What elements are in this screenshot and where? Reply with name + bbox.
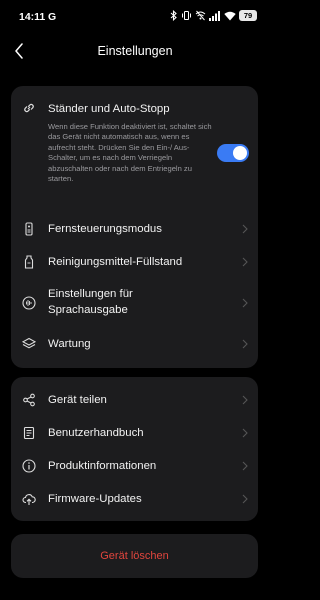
bluetooth-icon bbox=[170, 10, 177, 21]
wifi-off-icon bbox=[195, 10, 206, 21]
settings-item-detergent-level[interactable]: Reinigungsmittel-Füllstand bbox=[11, 249, 258, 275]
settings-card-device: Ständer und Auto-Stopp Wenn diese Funkti… bbox=[11, 86, 258, 368]
chevron-right-icon bbox=[242, 298, 248, 308]
settings-item-label: Firmware-Updates bbox=[48, 493, 142, 505]
signal-icon bbox=[209, 10, 220, 21]
header: Einstellungen bbox=[0, 36, 270, 66]
page-title: Einstellungen bbox=[97, 44, 173, 58]
manual-icon bbox=[21, 425, 37, 441]
delete-device-button[interactable]: Gerät löschen bbox=[11, 534, 258, 578]
status-time: 14:11 bbox=[19, 11, 46, 23]
settings-item-voice-output[interactable]: Einstellungen für Sprachausgabe bbox=[11, 282, 258, 324]
settings-item-share-device[interactable]: Gerät teilen bbox=[11, 387, 258, 413]
status-bar: 14:11 G 79 bbox=[0, 0, 270, 34]
settings-item-label-line1: Einstellungen für bbox=[48, 288, 133, 300]
wifi-icon bbox=[224, 11, 236, 20]
chevron-right-icon bbox=[242, 494, 248, 504]
stand-auto-stop-title: Ständer und Auto-Stopp bbox=[48, 103, 170, 115]
settings-item-label: Wartung bbox=[48, 338, 91, 350]
layers-icon bbox=[21, 336, 37, 352]
settings-item-remote-mode[interactable]: Fernsteuerungsmodus bbox=[11, 216, 258, 242]
delete-device-label: Gerät löschen bbox=[100, 550, 169, 562]
battery-indicator: 79 bbox=[239, 10, 257, 21]
settings-item-label: Fernsteuerungsmodus bbox=[48, 223, 162, 235]
settings-item-user-manual[interactable]: Benutzerhandbuch bbox=[11, 420, 258, 446]
chevron-right-icon bbox=[242, 461, 248, 471]
stand-auto-stop-row: Ständer und Auto-Stopp Wenn diese Funkti… bbox=[11, 86, 258, 210]
chevron-right-icon bbox=[242, 428, 248, 438]
settings-item-label-line2: Sprachausgabe bbox=[48, 304, 128, 316]
upload-cloud-icon bbox=[21, 491, 37, 507]
link-icon bbox=[21, 100, 37, 116]
voice-wave-icon bbox=[21, 295, 37, 311]
settings-card-info: Gerät teilen Benutzerhandbuch Produktinf… bbox=[11, 377, 258, 521]
vibrate-icon bbox=[182, 11, 191, 20]
settings-item-label: Reinigungsmittel-Füllstand bbox=[48, 256, 183, 268]
bottle-icon bbox=[21, 254, 37, 270]
settings-item-label: Gerät teilen bbox=[48, 394, 107, 406]
chevron-right-icon bbox=[242, 224, 248, 234]
toggle-knob bbox=[233, 146, 247, 160]
settings-item-maintenance[interactable]: Wartung bbox=[11, 331, 258, 357]
settings-item-label: Benutzerhandbuch bbox=[48, 427, 144, 439]
chevron-right-icon bbox=[242, 395, 248, 405]
chevron-right-icon bbox=[242, 339, 248, 349]
settings-item-firmware-updates[interactable]: Firmware-Updates bbox=[11, 486, 258, 512]
status-icons: 79 bbox=[169, 10, 257, 21]
remote-control-icon bbox=[21, 221, 37, 237]
share-icon bbox=[21, 392, 37, 408]
info-icon bbox=[21, 458, 37, 474]
stand-auto-stop-description: Wenn diese Funktion deaktiviert ist, sch… bbox=[48, 122, 212, 184]
stand-auto-stop-toggle[interactable] bbox=[217, 144, 249, 162]
settings-item-product-info[interactable]: Produktinformationen bbox=[11, 453, 258, 479]
settings-item-label: Produktinformationen bbox=[48, 460, 157, 472]
notification-glyph: G bbox=[48, 11, 57, 23]
chevron-right-icon bbox=[242, 257, 248, 267]
